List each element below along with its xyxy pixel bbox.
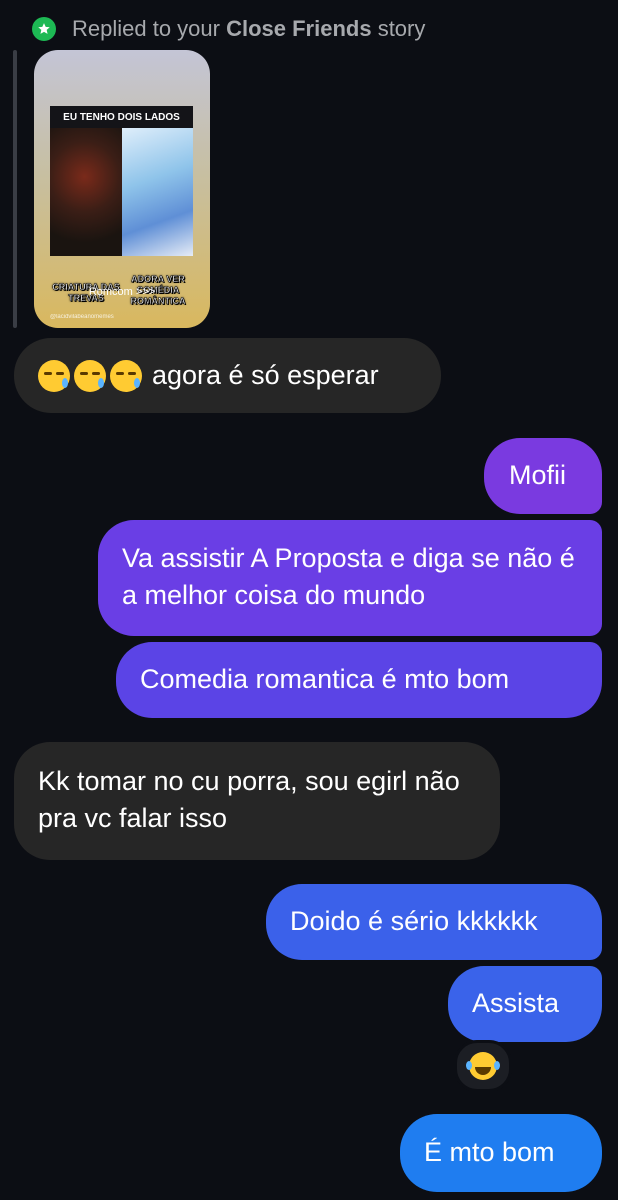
story-reply-header: Replied to your Close Friends story [32,14,425,44]
message-text: Mofii [509,460,567,490]
meme-title: EU TENHO DOIS LADOS [50,106,193,128]
message-text: Comedia romantica é mto bom [140,664,510,694]
meme-dark-creature-image [50,128,122,256]
message-text: É mto bom [424,1137,555,1167]
sad-relieved-face-icon [110,359,142,392]
message-text: Assista [472,988,560,1018]
message-text: Va assistir A Proposta e diga se não é a… [122,543,575,610]
message-text: Doido é sério kkkkkk [290,906,538,936]
meme-image: EU TENHO DOIS LADOS CRIATURA DAS TREVAS … [50,106,193,320]
message-outgoing[interactable]: Doido é sério kkkkkk [266,884,602,960]
sad-relieved-face-icon [74,359,106,392]
close-friends-star-icon [32,17,56,41]
reply-indicator-bar [13,50,17,328]
meme-anime-girl-image [122,128,193,256]
message-outgoing[interactable]: Comedia romantica é mto bom [116,642,602,718]
message-outgoing[interactable]: Va assistir A Proposta e diga se não é a… [98,520,602,636]
message-incoming[interactable]: agora é só esperar [14,338,441,413]
story-link-text[interactable]: Romcom >>> [34,286,210,298]
face-with-tears-of-joy-icon [466,1052,497,1080]
message-text: Kk tomar no cu porra, sou egirl não pra … [38,766,460,833]
reply-label: Replied to your Close Friends story [72,16,426,41]
story-preview[interactable]: EU TENHO DOIS LADOS CRIATURA DAS TREVAS … [34,50,210,328]
sad-relieved-face-icon [38,359,70,392]
meme-watermark: @lacidvilabeanomemes [50,314,114,320]
message-outgoing[interactable]: Mofii [484,438,602,514]
message-reaction[interactable] [454,1040,512,1092]
message-incoming[interactable]: Kk tomar no cu porra, sou egirl não pra … [14,742,500,860]
message-outgoing[interactable]: É mto bom [400,1114,602,1192]
message-outgoing[interactable]: Assista [448,966,602,1042]
message-text: agora é só esperar [152,360,379,390]
